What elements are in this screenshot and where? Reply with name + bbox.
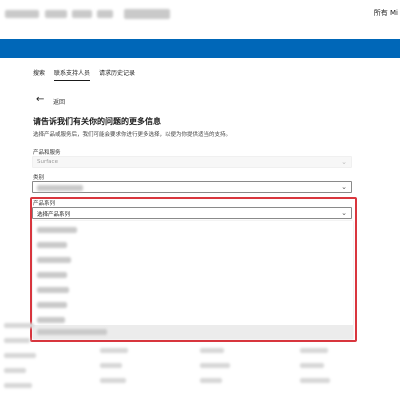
blurred-footer-link[interactable] — [200, 378, 222, 383]
blurred-footer-link[interactable] — [4, 368, 26, 373]
tab-contact-support[interactable]: 联系支持人员 — [54, 68, 91, 81]
blurred-footer-link[interactable] — [200, 363, 230, 368]
tab-request-history[interactable]: 请求历史记录 — [99, 68, 135, 81]
blurred-footer-link[interactable] — [4, 353, 36, 358]
back-link[interactable]: 返回 — [53, 97, 65, 106]
product-value: Surface — [37, 159, 58, 165]
arrow-left-icon[interactable]: ← — [36, 95, 44, 105]
series-option[interactable] — [33, 298, 353, 312]
blurred-footer-link[interactable] — [4, 323, 34, 328]
blurred-nav-item[interactable] — [97, 10, 113, 18]
blurred-footer-link[interactable] — [4, 383, 32, 388]
blurred-footer-link[interactable] — [200, 348, 224, 353]
support-page: 所有 Mi 搜索 联系支持人员 请求历史记录 ← 返回 请告诉我们有关你的问题的… — [0, 0, 400, 400]
all-microsoft-link[interactable]: 所有 Mi — [374, 8, 398, 18]
page-description: 选择产品或服务后，我们可能会要求你进行更多选择，以便为你提供适当的支持。 — [33, 132, 232, 138]
category-select[interactable]: ⌄ — [32, 181, 352, 193]
chevron-down-icon: ⌄ — [341, 209, 347, 217]
blue-banner — [0, 39, 400, 58]
blurred-footer-link[interactable] — [300, 348, 328, 353]
series-label: 产品系列 — [33, 201, 56, 207]
blurred-nav-item[interactable] — [72, 10, 92, 18]
page-title: 请告诉我们有关你的问题的更多信息 — [33, 117, 161, 126]
series-option[interactable] — [33, 223, 353, 237]
product-label: 产品和服务 — [33, 150, 61, 156]
top-header: 所有 Mi — [0, 0, 400, 30]
blurred-logo — [5, 10, 39, 18]
support-tabs: 搜索 联系支持人员 请求历史记录 — [33, 68, 144, 81]
blurred-category-value — [37, 185, 83, 191]
blurred-footer-link[interactable] — [100, 363, 122, 368]
blurred-footer-link[interactable] — [100, 348, 128, 353]
blurred-footer-link[interactable] — [4, 338, 30, 343]
series-option[interactable] — [33, 253, 353, 267]
chevron-down-icon: ⌄ — [341, 158, 347, 166]
series-option[interactable] — [33, 283, 353, 297]
product-select: Surface ⌄ — [32, 156, 352, 168]
footer-links — [0, 318, 400, 400]
blurred-nav-item[interactable] — [45, 10, 67, 18]
blurred-nav-item[interactable] — [124, 9, 170, 19]
tab-search[interactable]: 搜索 — [33, 68, 45, 81]
blurred-footer-link[interactable] — [300, 378, 330, 383]
series-select[interactable]: 选择产品系列 ⌄ — [32, 207, 352, 219]
series-option[interactable] — [33, 238, 353, 252]
blurred-footer-link[interactable] — [100, 378, 126, 383]
chevron-down-icon: ⌄ — [341, 183, 347, 191]
series-option[interactable] — [33, 268, 353, 282]
category-label: 类别 — [33, 175, 45, 181]
blurred-footer-link[interactable] — [300, 363, 324, 368]
series-placeholder: 选择产品系列 — [37, 212, 71, 218]
